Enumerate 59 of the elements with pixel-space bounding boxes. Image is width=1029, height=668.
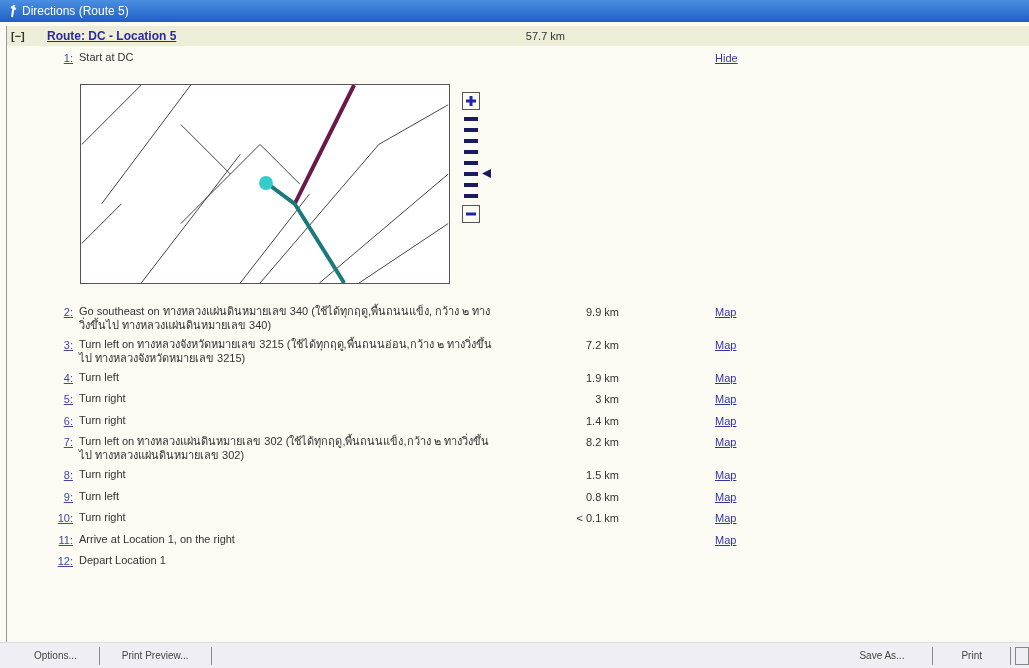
map-link[interactable]: Map xyxy=(715,393,737,405)
minus-icon xyxy=(466,211,476,216)
step-number: 2: xyxy=(63,304,73,320)
zoom-out-button[interactable] xyxy=(462,204,480,223)
window-icon xyxy=(8,4,18,18)
toolbar-button[interactable]: Print Preview... xyxy=(99,648,211,663)
map-link[interactable]: Map xyxy=(715,414,737,427)
map-link[interactable]: Map xyxy=(715,512,737,524)
map-link[interactable]: Map xyxy=(715,436,737,448)
collapse-toggle[interactable]: [−] xyxy=(7,27,47,45)
plus-icon xyxy=(466,95,476,106)
map-link[interactable]: Hide xyxy=(715,52,738,64)
map-link[interactable]: Map xyxy=(715,371,737,384)
map-link[interactable]: Map xyxy=(715,490,737,503)
step-text: Turn left xyxy=(79,369,120,384)
step-text: Go southeast on ทางหลวงแผ่นดินหมายเลข 340 (ใช้ได้ทุกฤดู,พื้นถนนแข็ง, กว้าง ๒ ทางวิ่งขึ้นไป ทางหลวงแผ่นดินหมายเลข 340) xyxy=(79,303,492,332)
step-text: Depart Location 1 xyxy=(79,553,167,567)
slider-pointer-icon[interactable] xyxy=(482,169,491,178)
step-number: 9: xyxy=(63,489,73,505)
step-number: 8: xyxy=(63,468,73,483)
step-distance: 1.9 km xyxy=(586,370,619,386)
step-text: Turn left on ทางหลวงจังหวัดหมายเลข 3215 (ใช้ได้ทุกฤดู,พื้นถนนอ่อน,กว้าง ๒ ทางวิ่งขึ้นไป ทางหลวงจังหวัดหมายเลข 3215) xyxy=(79,336,493,365)
step-text: Turn right xyxy=(79,510,127,524)
map-link[interactable]: Map xyxy=(715,305,737,318)
step-distance: < 0.1 km xyxy=(576,511,619,526)
step-distance: 1.4 km xyxy=(586,413,619,429)
step-text: Arrive at Location 1, on the right xyxy=(79,531,236,546)
step-number: 12: xyxy=(57,554,73,569)
toolbar-button[interactable]: Options... xyxy=(20,648,99,663)
step-text: Turn right xyxy=(79,391,127,405)
step-number: 3: xyxy=(63,337,73,353)
map-link[interactable]: Map xyxy=(715,338,737,351)
step-text: Turn left xyxy=(79,488,120,503)
step-distance: 3 km xyxy=(595,392,619,407)
zoom-in-button[interactable] xyxy=(462,91,480,110)
step-text: Turn right xyxy=(79,412,127,427)
step-number: 11: xyxy=(58,532,73,548)
step-number: 5: xyxy=(63,392,73,407)
step-distance: 9.9 km xyxy=(586,304,619,320)
step-number: 6: xyxy=(63,413,73,429)
step-number: 10: xyxy=(57,511,73,526)
step-distance: 7.2 km xyxy=(586,337,619,353)
step-distance: 8.2 km xyxy=(586,435,619,450)
step-distance: 1.5 km xyxy=(586,468,619,483)
step-number: 1: xyxy=(63,51,73,66)
map-link[interactable]: Map xyxy=(715,533,737,546)
route-distance: 57.7 km xyxy=(524,28,565,44)
toolbar-button[interactable]: Save As... xyxy=(831,648,933,663)
window-title: Directions (Route 5) xyxy=(22,3,129,20)
step-text: Turn left on ทางหลวงแผ่นดินหมายเลข 302 (ใช้ได้ทุกฤดู,พื้นถนนแข็ง,กว้าง ๒ ทางวิ่งขึ้นไป ทางหลวงแผ่นดินหมายเลข 302) xyxy=(79,434,490,462)
map-link[interactable]: Map xyxy=(715,469,737,481)
step-text: Turn right xyxy=(79,467,127,481)
route-link[interactable]: Route: DC - Location 5 xyxy=(47,27,485,45)
cut-off-button[interactable] xyxy=(1015,646,1029,665)
step-text: Start at DC xyxy=(79,50,135,64)
step-distance: 0.8 km xyxy=(586,489,619,505)
step-number: 7: xyxy=(63,435,73,450)
step-number: 4: xyxy=(63,370,73,386)
toolbar-button[interactable]: Print xyxy=(933,648,1010,663)
